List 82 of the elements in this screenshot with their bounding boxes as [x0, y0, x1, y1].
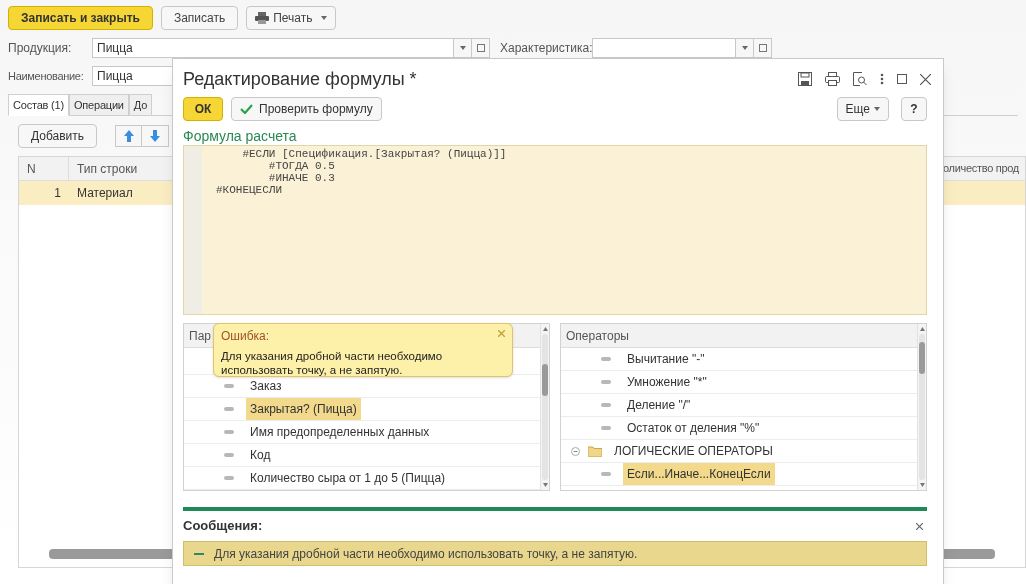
- message-bar[interactable]: Для указания дробной части необходимо использовать точку, а не запятую.: [183, 541, 927, 566]
- code-line: #ТОГДА 0.5: [267, 160, 336, 172]
- column-header[interactable]: оличество прод: [943, 157, 1025, 180]
- tab[interactable]: Операции: [68, 94, 129, 116]
- tree-item[interactable]: Умножение "*": [623, 371, 711, 393]
- formula-editor[interactable]: #ЕСЛИ [Спецификация.[Закрытая? (Пицца)]] #ТОГДА 0.5 #ИНАЧЕ 0.3 #КОНЕЦЕСЛИ: [183, 145, 927, 315]
- item-icon: [601, 472, 611, 476]
- code-line: #КОНЕЦЕСЛИ: [216, 184, 283, 196]
- item-icon: [224, 384, 234, 388]
- code-line: #ЕСЛИ [Спецификация.[Закрытая? (Пицца)]]: [241, 148, 507, 160]
- field-label: Наименование:: [8, 68, 85, 84]
- more-button[interactable]: Еще: [836, 97, 889, 121]
- ok-button[interactable]: ОК: [183, 97, 223, 121]
- message-icon: [194, 552, 204, 555]
- move-up-button[interactable]: [115, 125, 143, 147]
- item-icon: [601, 380, 611, 384]
- caret-icon: [320, 16, 327, 20]
- column-header[interactable]: Тип строки: [69, 157, 169, 180]
- save-and-close-button[interactable]: Записать и закрыть: [8, 6, 153, 30]
- table-cell-text: 1: [53, 185, 62, 202]
- preview-icon[interactable]: [853, 72, 867, 86]
- arrow-down-icon: [150, 130, 161, 142]
- tab[interactable]: Состав (1): [8, 94, 69, 116]
- scroll-up-icon[interactable]: [542, 327, 548, 331]
- tree-item[interactable]: ЛОГИЧЕСКИЕ ОПЕРАТОРЫ: [610, 442, 777, 460]
- collapse-icon[interactable]: [571, 446, 580, 456]
- save-button[interactable]: Записать: [160, 6, 239, 30]
- add-button[interactable]: Добавить: [18, 124, 98, 148]
- tree-item[interactable]: Заказ: [246, 375, 286, 397]
- close-icon[interactable]: [920, 73, 931, 85]
- item-icon: [601, 403, 611, 407]
- tab[interactable]: До: [128, 94, 153, 116]
- tree-item[interactable]: Имя предопределенных данных: [246, 421, 434, 443]
- tree-item[interactable]: Деление "/": [623, 394, 695, 416]
- caret-icon: [874, 107, 880, 111]
- arrow-up-icon: [123, 130, 134, 142]
- caret-icon: [741, 46, 748, 50]
- item-icon: [224, 407, 234, 411]
- characteristic-field[interactable]: [592, 38, 736, 58]
- scrollbar-thumb[interactable]: [542, 364, 548, 396]
- scroll-down-icon[interactable]: [919, 483, 925, 487]
- scrollbar-thumb[interactable]: [919, 342, 925, 374]
- printer-icon[interactable]: [825, 72, 840, 86]
- save-icon[interactable]: [798, 72, 812, 86]
- scroll-down-icon[interactable]: [542, 483, 548, 487]
- folder-icon: [588, 445, 602, 457]
- tooltip-title: Ошибка:: [221, 328, 271, 345]
- item-icon: [601, 357, 611, 361]
- maximize-icon[interactable]: [897, 74, 907, 84]
- column-header[interactable]: N: [19, 157, 69, 180]
- tree-item[interactable]: Код: [246, 444, 275, 466]
- product-field[interactable]: Пицца: [92, 38, 454, 58]
- printer-icon: [255, 12, 270, 24]
- column-header[interactable]: Операторы: [561, 324, 917, 348]
- formula-label: Формула расчета: [183, 127, 298, 145]
- scrollbar[interactable]: [917, 324, 926, 490]
- scroll-up-icon[interactable]: [919, 327, 925, 331]
- check-formula-button[interactable]: Проверить формулу: [231, 97, 382, 121]
- close-icon[interactable]: [916, 522, 923, 530]
- item-icon: [224, 453, 234, 457]
- item-icon: [601, 426, 611, 430]
- item-icon: [224, 430, 234, 434]
- tooltip-text: Для указания дробной части необходимо использовать точку, а не запятую.: [221, 349, 444, 377]
- checkmark-icon: [240, 104, 253, 114]
- messages-title: Сообщения:: [183, 517, 264, 536]
- field-label: Продукция:: [8, 40, 73, 57]
- field-label: Характеристика:: [500, 40, 592, 57]
- move-down-button[interactable]: [142, 125, 170, 147]
- caret-icon: [459, 46, 466, 50]
- tree-item[interactable]: Вычитание "-": [623, 348, 709, 370]
- tree-item[interactable]: Закрытая? (Пицца): [246, 398, 361, 420]
- tree-item[interactable]: Количество сыра от 1 до 5 (Пицца): [246, 467, 450, 489]
- table-cell-text: Материал: [76, 185, 134, 202]
- item-icon: [224, 476, 234, 480]
- scrollbar[interactable]: [540, 324, 549, 490]
- tree-item[interactable]: Если...Иначе...КонецЕсли: [623, 463, 775, 485]
- print-button[interactable]: Печать: [246, 6, 336, 30]
- message-text: Для указания дробной части необходимо использовать точку, а не запятую.: [214, 545, 638, 563]
- code-line: #ИНАЧЕ 0.3: [267, 172, 336, 184]
- help-button[interactable]: ?: [901, 97, 927, 121]
- tree-item[interactable]: Остаток от деления "%": [623, 417, 764, 439]
- more-icon[interactable]: [880, 73, 884, 85]
